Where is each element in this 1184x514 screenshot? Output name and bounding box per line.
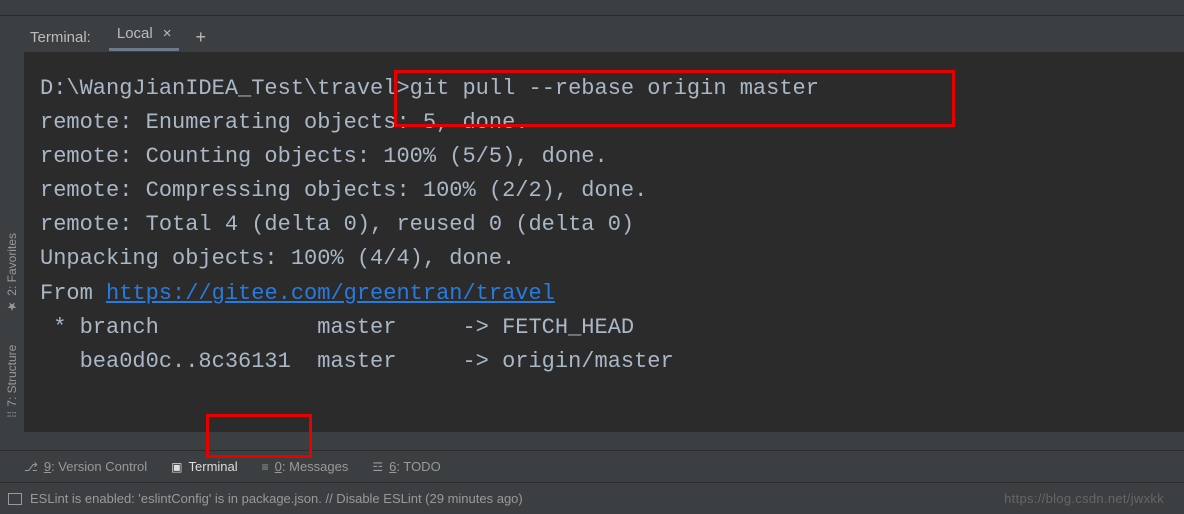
toolbar-terminal[interactable]: ▣ Terminal bbox=[171, 459, 237, 474]
add-tab-icon[interactable]: + bbox=[195, 27, 206, 48]
close-tab-icon[interactable]: × bbox=[163, 25, 172, 42]
terminal-output[interactable]: D:\WangJianIDEA_Test\travel>git pull --r… bbox=[0, 52, 1184, 432]
bottom-toolbar: ⎇ 9: Version Control ▣ Terminal ≡ 0: Mes… bbox=[0, 450, 1184, 482]
terminal-line: Unpacking objects: 100% (4/4), done. bbox=[40, 242, 1174, 276]
terminal-header: Terminal: Local × + bbox=[0, 16, 1184, 52]
structure-icon: ⁞⁞ bbox=[5, 411, 19, 418]
sidebar-structure[interactable]: ⁞⁞ 7: Structure bbox=[0, 339, 24, 424]
sidebar-favorites-label: 2: Favorites bbox=[5, 233, 19, 296]
messages-icon: ≡ bbox=[262, 460, 269, 474]
terminal-label: Terminal: bbox=[30, 29, 91, 46]
watermark: https://blog.csdn.net/jwxkk bbox=[1004, 491, 1164, 506]
branch-icon: ⎇ bbox=[24, 460, 38, 474]
toolbar-vc-label: 9: Version Control bbox=[44, 459, 147, 474]
status-icon[interactable] bbox=[8, 493, 22, 505]
terminal-line: * branch master -> FETCH_HEAD bbox=[40, 311, 1174, 345]
toolbar-terminal-label: Terminal bbox=[189, 459, 238, 474]
tab-local[interactable]: Local × bbox=[109, 23, 180, 51]
terminal-icon: ▣ bbox=[171, 460, 182, 474]
status-message: ESLint is enabled: 'eslintConfig' is in … bbox=[30, 491, 523, 506]
status-bar: ESLint is enabled: 'eslintConfig' is in … bbox=[0, 482, 1184, 514]
terminal-line: remote: Enumerating objects: 5, done. bbox=[40, 106, 1174, 140]
sidebar-structure-label: 7: Structure bbox=[5, 345, 19, 407]
left-sidebar: ★ 2: Favorites ⁞⁞ 7: Structure bbox=[0, 52, 24, 434]
toolbar-messages[interactable]: ≡ 0: Messages bbox=[262, 459, 349, 474]
toolbar-todo[interactable]: ☲ 6: TODO bbox=[372, 459, 440, 474]
repo-link[interactable]: https://gitee.com/greentran/travel bbox=[106, 281, 555, 306]
terminal-line: bea0d0c..8c36131 master -> origin/master bbox=[40, 345, 1174, 379]
star-icon: ★ bbox=[5, 299, 19, 313]
terminal-line: remote: Total 4 (delta 0), reused 0 (del… bbox=[40, 208, 1174, 242]
terminal-prompt: D:\WangJianIDEA_Test\trave bbox=[40, 76, 383, 101]
toolbar-version-control[interactable]: ⎇ 9: Version Control bbox=[24, 459, 147, 474]
todo-icon: ☲ bbox=[372, 460, 383, 474]
toolbar-messages-label: 0: Messages bbox=[275, 459, 349, 474]
sidebar-favorites[interactable]: ★ 2: Favorites bbox=[0, 227, 24, 320]
top-bar bbox=[0, 0, 1184, 16]
from-prefix: From bbox=[40, 281, 106, 306]
terminal-line: remote: Counting objects: 100% (5/5), do… bbox=[40, 140, 1174, 174]
tab-local-label: Local bbox=[117, 25, 153, 42]
terminal-command: l>git pull --rebase origin master bbox=[383, 76, 819, 101]
terminal-line: remote: Compressing objects: 100% (2/2),… bbox=[40, 174, 1174, 208]
toolbar-todo-label: 6: TODO bbox=[389, 459, 441, 474]
